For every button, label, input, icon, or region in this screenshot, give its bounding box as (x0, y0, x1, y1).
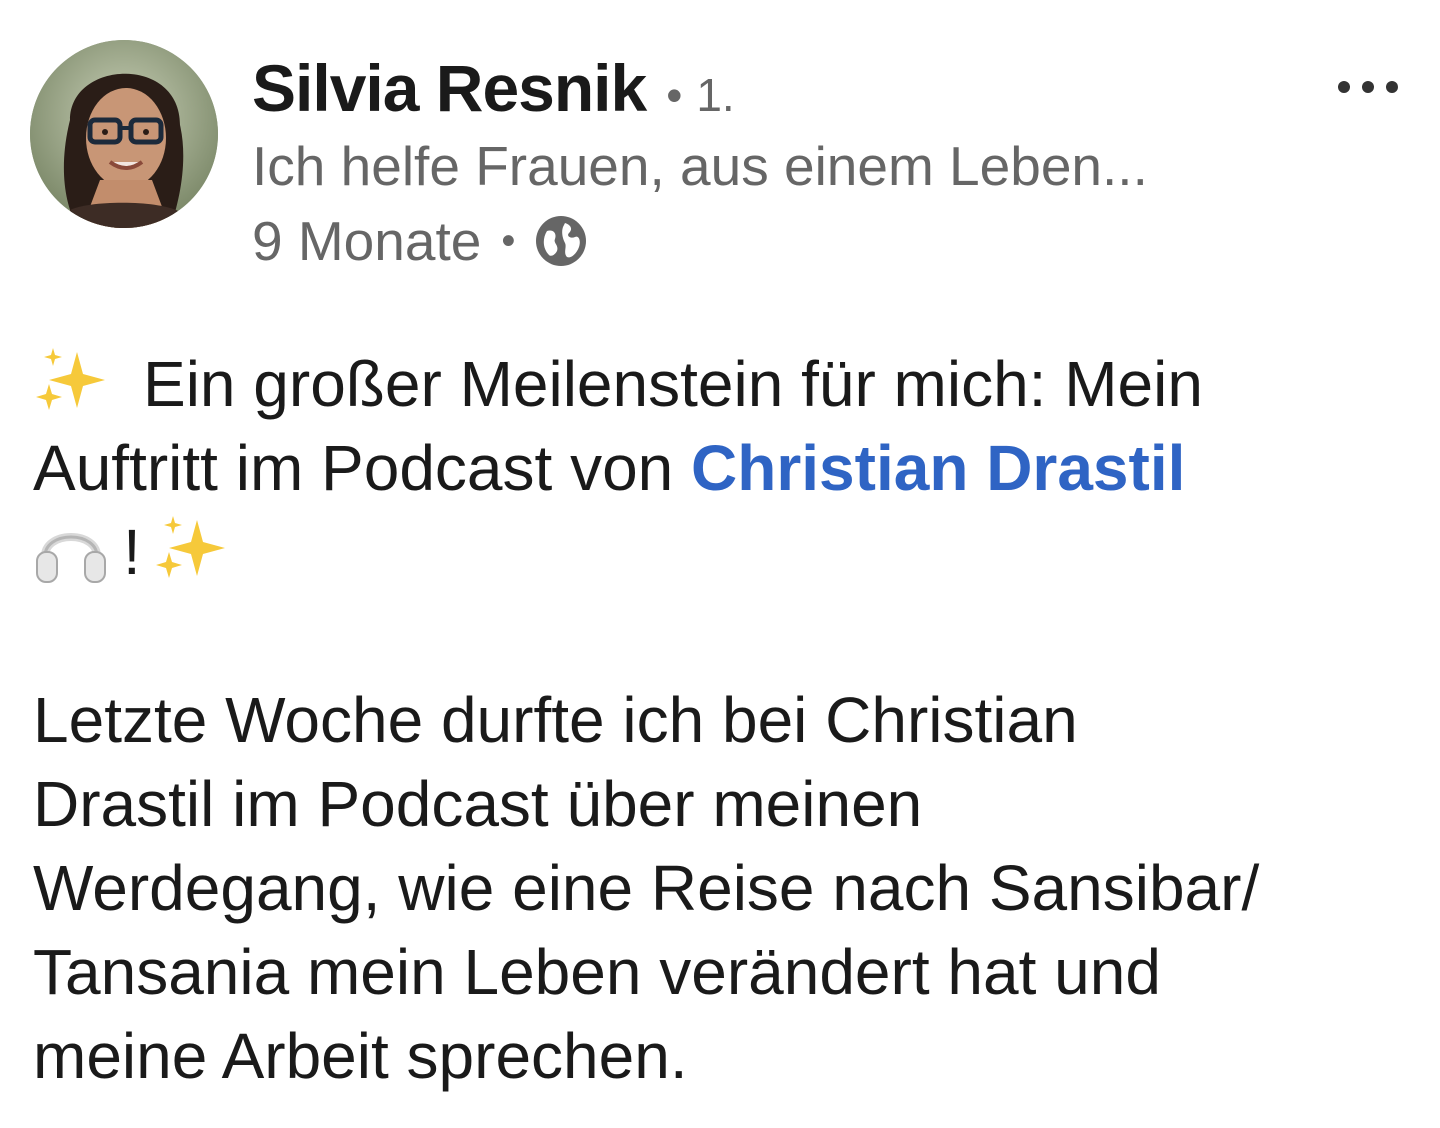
post-line: ! (33, 510, 1403, 594)
post-meta: 9 Monate • (252, 206, 1302, 276)
more-horizontal-icon-dot (1386, 81, 1398, 93)
mention-link[interactable]: Christian Drastil (691, 432, 1185, 504)
author-avatar[interactable] (30, 40, 218, 228)
author-name[interactable]: Silvia Resnik (252, 50, 647, 126)
post-line: Ein großer Meilenstein für mich: Mein (33, 342, 1403, 426)
more-horizontal-icon-dot (1362, 81, 1374, 93)
sparkles-icon (36, 348, 105, 410)
post-intro-line-2: Auftritt im Podcast von (33, 432, 674, 504)
post-line: Drastil im Podcast über meinen (33, 768, 923, 840)
post-intro-line-1: Ein großer Meilenstein für mich: Mein (143, 348, 1203, 420)
headphones-icon (36, 533, 106, 583)
profile-photo (30, 40, 218, 228)
post-line: Auftritt im Podcast von Christian Drasti… (33, 426, 1403, 510)
meta-separator: • (501, 218, 516, 263)
more-horizontal-icon-dot (1338, 81, 1350, 93)
feed-post: Silvia Resnik • 1. Ich helfe Frauen, aus… (0, 0, 1440, 1128)
post-text: Ein großer Meilenstein für mich: Mein Au… (33, 342, 1403, 1098)
author-name-line: Silvia Resnik • 1. (252, 50, 1302, 130)
post-line: Tansania mein Leben verändert hat und (33, 936, 1161, 1008)
post-line: Letzte Woche durfte ich bei Christian (33, 684, 1078, 756)
connection-degree: 1. (696, 69, 735, 121)
name-separator: • (666, 69, 683, 121)
post-intro-line-3: ! (123, 516, 141, 588)
sparkles-icon (155, 516, 225, 578)
globe-icon (536, 216, 587, 266)
post-header: Silvia Resnik • 1. Ich helfe Frauen, aus… (30, 40, 1410, 290)
post-line: meine Arbeit sprechen. (33, 1020, 688, 1092)
post-age: 9 Monate (252, 210, 482, 272)
author-info: Silvia Resnik • 1. Ich helfe Frauen, aus… (252, 50, 1302, 276)
post-line: Werdegang, wie eine Reise nach Sansibar/ (33, 852, 1260, 924)
author-headline[interactable]: Ich helfe Frauen, aus einem Leben... (252, 134, 1302, 206)
more-options-button[interactable] (1338, 72, 1398, 102)
